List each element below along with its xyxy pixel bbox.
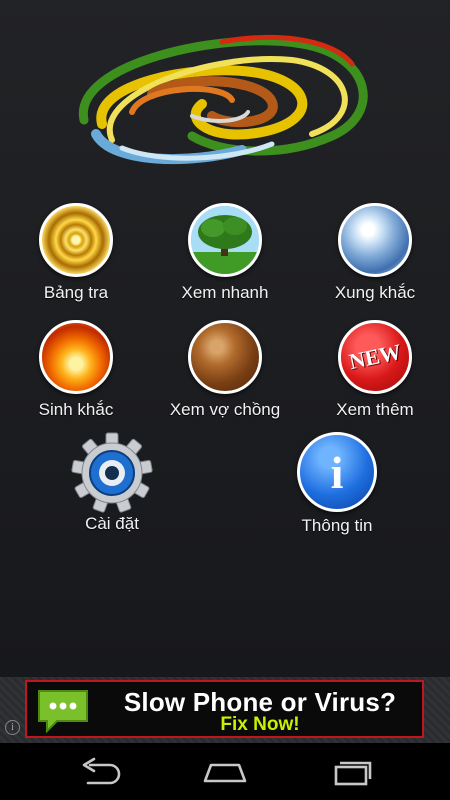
ad-subtitle: Fix Now! (220, 714, 300, 735)
menu-item-label: Xem vợ chồng (169, 400, 281, 419)
info-glyph: i (330, 446, 344, 498)
menu-item-label: Sinh khắc (38, 400, 114, 419)
menu-item-label: Thông tin (301, 516, 373, 535)
system-nav-bar (0, 743, 450, 800)
menu-item-label: Xung khắc (334, 283, 416, 302)
home-icon[interactable] (201, 757, 249, 787)
menu-item-xem-vo-chong[interactable]: Xem vợ chồng (160, 320, 290, 420)
menu-item-thong-tin[interactable]: i Thông tin (287, 432, 387, 536)
menu-item-sinh-khac[interactable]: Sinh khắc (23, 320, 129, 420)
menu-item-xem-them[interactable]: NEW Xem thêm (320, 320, 430, 420)
menu-item-label: Xem nhanh (181, 283, 269, 302)
menu-item-label: Xem thêm (336, 400, 414, 419)
back-icon[interactable] (76, 757, 124, 787)
app-logo (78, 34, 368, 165)
menu-item-bang-tra[interactable]: Bảng tra (23, 203, 129, 303)
tree-icon (188, 203, 262, 277)
ad-banner[interactable]: Slow Phone or Virus? Fix Now! (25, 680, 424, 738)
chat-bubble-icon (38, 690, 88, 734)
earth-orb-icon (188, 320, 262, 394)
menu-item-cai-dat[interactable]: Cài đặt (62, 432, 162, 534)
ad-info-icon[interactable]: i (5, 720, 20, 735)
recent-apps-icon[interactable] (326, 757, 374, 787)
gold-swirl-icon (39, 203, 113, 277)
fire-icon (39, 320, 113, 394)
new-badge-icon: NEW (338, 320, 412, 394)
gear-icon (71, 432, 153, 513)
menu-item-xem-nhanh[interactable]: Xem nhanh (160, 203, 290, 303)
water-orb-icon (338, 203, 412, 277)
menu-item-label: Cài đặt (85, 514, 139, 533)
new-badge-text: NEW (346, 338, 404, 375)
info-icon: i (297, 432, 377, 512)
menu-item-label: Bảng tra (43, 283, 109, 302)
menu-item-xung-khac[interactable]: Xung khắc (320, 203, 430, 303)
